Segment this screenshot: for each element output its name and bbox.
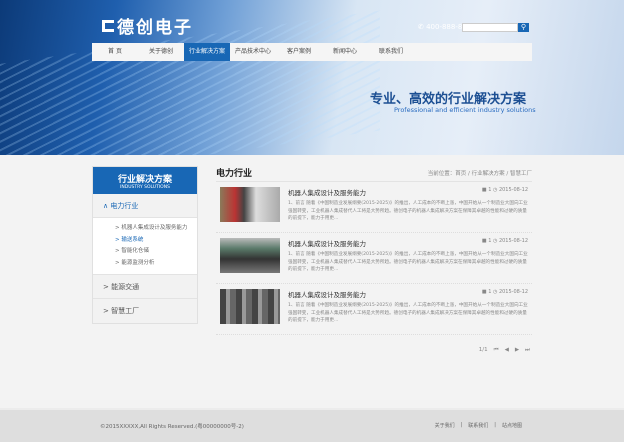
sidebar-item-factory[interactable]: > 智慧工厂 bbox=[93, 299, 197, 323]
item-meta: ■ 1 ◷ 2015-08-12 bbox=[481, 187, 528, 193]
banner: 德创电子 ✆ 400-888-888 ⚲ 首 页 关于德创 行业解决方案 产品技… bbox=[0, 0, 624, 155]
copyright: ©2015XXXXX,All Rights Reserved.(粤0000000… bbox=[100, 424, 244, 430]
sidebar-sub-energy[interactable]: > 能源监测分析 bbox=[115, 258, 197, 270]
page-indicator: 1/1 bbox=[478, 347, 488, 353]
label: 输送系统 bbox=[121, 236, 144, 243]
label: 智能化仓储 bbox=[121, 248, 149, 254]
nav-solutions[interactable]: 行业解决方案 bbox=[184, 43, 230, 61]
next-page-icon[interactable]: ▶ bbox=[515, 347, 519, 354]
pagination: 1/1 ⏮ ◀ ▶ ⏭ bbox=[479, 347, 530, 354]
item-title[interactable]: 机器人集成设计及服务能力 bbox=[288, 187, 366, 197]
nav-news[interactable]: 新闻中心 bbox=[322, 43, 368, 61]
list-item[interactable]: 机器人集成设计及服务能力 ■ 1 ◷ 2015-08-12 1、前言 随着《中国制… bbox=[216, 182, 532, 233]
label: 智慧工厂 bbox=[111, 307, 140, 315]
sidebar-sub-conveyor[interactable]: > 输送系统 bbox=[115, 235, 197, 247]
sidebar-item-power[interactable]: ∧ 电力行业 bbox=[93, 194, 197, 218]
footer-link-about[interactable]: 关于我们 bbox=[435, 422, 455, 429]
date: 2015-08-12 bbox=[498, 187, 528, 193]
search-icon[interactable]: ⚲ bbox=[518, 23, 529, 32]
label: 能源监测分析 bbox=[121, 259, 155, 266]
footer-links: 关于我们 | 联系我们 | 站点地图 bbox=[435, 422, 522, 429]
label: 电力行业 bbox=[110, 202, 139, 210]
thumbnail[interactable] bbox=[220, 187, 280, 222]
item-title[interactable]: 机器人集成设计及服务能力 bbox=[288, 238, 366, 248]
main-nav: 首 页 关于德创 行业解决方案 产品技术中心 客户案例 新闻中心 联系我们 bbox=[92, 43, 532, 61]
sidebar-item-transport[interactable]: > 能源交通 bbox=[93, 275, 197, 299]
list-item[interactable]: 机器人集成设计及服务能力 ■ 1 ◷ 2015-08-12 1、前言 随着《中国制… bbox=[216, 284, 532, 335]
nav-home[interactable]: 首 页 bbox=[92, 43, 138, 61]
item-meta: ■ 1 ◷ 2015-08-12 bbox=[481, 289, 528, 295]
main-content: 电力行业 当前位置：首页 / 行业解决方案 / 智慧工厂 机器人集成设计及服务能… bbox=[216, 164, 532, 335]
nav-cases[interactable]: 客户案例 bbox=[276, 43, 322, 61]
nav-products[interactable]: 产品技术中心 bbox=[230, 43, 276, 61]
sidebar-title: 行业解决方案 bbox=[117, 175, 172, 185]
nav-contact[interactable]: 联系我们 bbox=[368, 43, 414, 61]
footer-link-contact[interactable]: 联系我们 bbox=[468, 422, 488, 429]
search-input[interactable] bbox=[462, 23, 518, 32]
label: 机器人集成设计及服务能力 bbox=[121, 225, 188, 231]
first-page-icon[interactable]: ⏮ bbox=[494, 347, 499, 354]
views: 1 bbox=[488, 187, 492, 193]
item-desc: 1、前言 随着《中国制造业发展纲要(2015-2025)》的推出，人工成本的不断… bbox=[288, 303, 528, 323]
list-item[interactable]: 机器人集成设计及服务能力 ■ 1 ◷ 2015-08-12 1、前言 随着《中国制… bbox=[216, 233, 532, 284]
item-meta: ■ 1 ◷ 2015-08-12 bbox=[481, 238, 528, 244]
views: 1 bbox=[488, 289, 492, 295]
breadcrumb[interactable]: 当前位置：首页 / 行业解决方案 / 智慧工厂 bbox=[428, 169, 532, 177]
divider: | bbox=[460, 422, 463, 428]
divider: | bbox=[494, 422, 496, 428]
thumbnail[interactable] bbox=[220, 238, 280, 273]
sidebar-sub-robot[interactable]: > 机器人集成设计及服务能力 bbox=[115, 223, 197, 235]
sidebar-header: 行业解决方案 INDUSTRY SOLUTIONS bbox=[93, 167, 197, 194]
page-title: 电力行业 bbox=[216, 169, 253, 179]
sidebar: 行业解决方案 INDUSTRY SOLUTIONS ∧ 电力行业 > 机器人集成… bbox=[92, 166, 198, 324]
date: 2015-08-12 bbox=[498, 289, 528, 295]
main-header: 电力行业 当前位置：首页 / 行业解决方案 / 智慧工厂 bbox=[216, 164, 532, 182]
thumbnail[interactable] bbox=[220, 289, 280, 324]
item-desc: 1、前言 随着《中国制造业发展纲要(2015-2025)》的推出，人工成本的不断… bbox=[288, 201, 528, 221]
views: 1 bbox=[488, 238, 492, 244]
prev-page-icon[interactable]: ◀ bbox=[505, 347, 509, 354]
last-page-icon[interactable]: ⏭ bbox=[525, 347, 530, 354]
sidebar-subtitle: INDUSTRY SOLUTIONS bbox=[120, 185, 170, 190]
date: 2015-08-12 bbox=[498, 238, 528, 244]
footer-link-sitemap[interactable]: 站点地图 bbox=[502, 422, 522, 429]
item-title[interactable]: 机器人集成设计及服务能力 bbox=[288, 289, 366, 299]
label: 能源交通 bbox=[111, 283, 140, 291]
logo-text: 德创电子 bbox=[117, 18, 193, 38]
item-desc: 1、前言 随着《中国制造业发展纲要(2015-2025)》的推出，人工成本的不断… bbox=[288, 252, 528, 272]
footer: ©2015XXXXX,All Rights Reserved.(粤0000000… bbox=[0, 408, 624, 442]
logo[interactable]: 德创电子 bbox=[102, 13, 193, 38]
banner-slogan-en: Professional and efficient industry solu… bbox=[394, 106, 536, 114]
banner-slogan: 专业、高效的行业解决方案 bbox=[370, 92, 527, 107]
sidebar-sublist: > 机器人集成设计及服务能力 > 输送系统 > 智能化仓储 > 能源监测分析 bbox=[93, 218, 197, 275]
nav-about[interactable]: 关于德创 bbox=[138, 43, 184, 61]
sidebar-sub-storage[interactable]: > 智能化仓储 bbox=[115, 246, 197, 258]
